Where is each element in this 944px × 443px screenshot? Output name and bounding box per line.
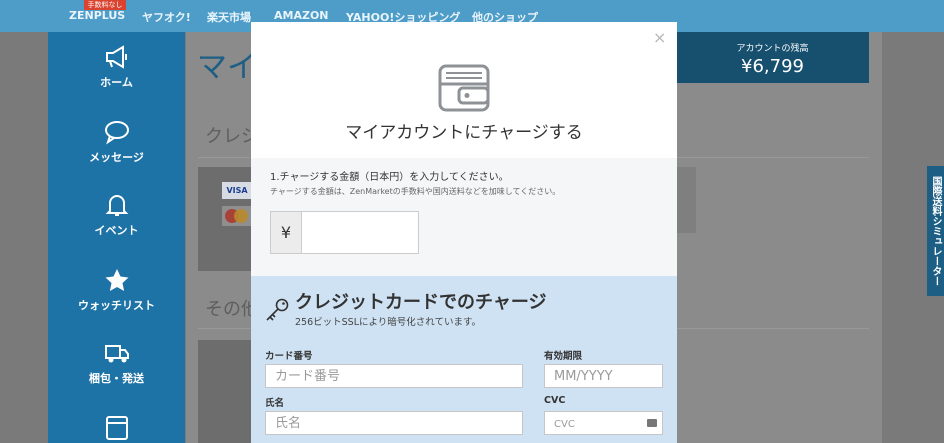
close-icon[interactable]: ×: [653, 28, 666, 47]
sidebar-item-messages[interactable]: メッセージ: [48, 119, 185, 165]
sidebar-item-watchlist[interactable]: ウォッチリスト: [48, 267, 185, 313]
name-input[interactable]: [266, 412, 522, 435]
sidebar-item-home[interactable]: ホーム: [48, 44, 185, 90]
sidebar-item-label: ウォッチリスト: [78, 299, 155, 312]
bell-icon: [105, 195, 128, 216]
sidebar-item-events[interactable]: イベント: [48, 192, 185, 238]
amount-input[interactable]: [303, 212, 418, 253]
amount-input-group: ¥: [270, 211, 419, 254]
divider: [676, 157, 869, 158]
cvc-field: [544, 411, 663, 436]
visa-logo: VISA: [222, 182, 252, 199]
card-number-input[interactable]: [266, 365, 522, 388]
star-icon: [105, 269, 128, 291]
amount-note: チャージする金額は、ZenMarketの手数料や国内送料などを加味してください。: [270, 187, 561, 196]
wallet-icon: [105, 416, 128, 440]
sidebar-item-wallet[interactable]: [48, 414, 185, 440]
chat-bubble-icon: [104, 121, 129, 145]
amount-label: 1.チャージする金額（日本円）を入力してください。: [270, 172, 509, 183]
nav-amazon[interactable]: AMAZON: [274, 9, 329, 22]
nav-zenplus[interactable]: ZENPLUS: [69, 9, 125, 22]
expiry-field: [544, 364, 663, 388]
other-payment-option[interactable]: [198, 340, 254, 443]
mastercard-logo: [222, 206, 252, 226]
balance-label: アカウントの残高: [736, 44, 809, 54]
divider: [676, 328, 869, 329]
payment-option-panel: [676, 167, 696, 233]
expiry-input[interactable]: [545, 365, 662, 388]
card-number-label: カード番号: [265, 351, 313, 362]
cvc-input[interactable]: [545, 413, 662, 436]
balance-value: ¥6,799: [741, 56, 804, 77]
card-icon: [647, 419, 657, 427]
sidebar-item-label: メッセージ: [89, 151, 144, 164]
cvc-label: CVC: [544, 395, 566, 406]
sidebar-item-label: ホーム: [100, 76, 133, 89]
modal-title: マイアカウントにチャージする: [345, 123, 583, 143]
credit-card-title: クレジットカードでのチャージ: [295, 292, 547, 313]
expiry-label: 有効期限: [544, 351, 583, 362]
sidebar-item-label: 梱包・発送: [89, 372, 144, 385]
name-field: [265, 411, 523, 435]
account-balance: アカウントの残高 ¥6,799: [676, 32, 869, 83]
ssl-note: 256ビットSSLにより暗号化されています。: [295, 317, 482, 328]
truck-icon: [104, 345, 129, 363]
shipping-simulator-tab[interactable]: 国際送料シミュレーター: [927, 166, 944, 296]
charge-modal: × マイアカウントにチャージする 1.チャージする金額（日本円）を入力してくださ…: [251, 22, 677, 443]
card-number-field: [265, 364, 523, 388]
key-icon: [266, 298, 289, 321]
name-label: 氏名: [265, 398, 285, 409]
nav-rakuten[interactable]: 楽天市場: [207, 9, 251, 25]
wallet-icon: [438, 64, 490, 112]
sidebar: ホーム メッセージ イベント ウォッチリスト 梱包・発送: [48, 32, 185, 443]
sidebar-item-label: イベント: [94, 224, 139, 237]
nav-yahoo-auction[interactable]: ヤフオク!: [142, 9, 191, 25]
divider: [198, 328, 250, 329]
divider: [198, 157, 250, 158]
sidebar-item-shipping[interactable]: 梱包・発送: [48, 340, 185, 386]
page-title: マイ: [197, 50, 257, 85]
yen-prefix: ¥: [271, 212, 302, 253]
megaphone-icon: [105, 45, 127, 69]
